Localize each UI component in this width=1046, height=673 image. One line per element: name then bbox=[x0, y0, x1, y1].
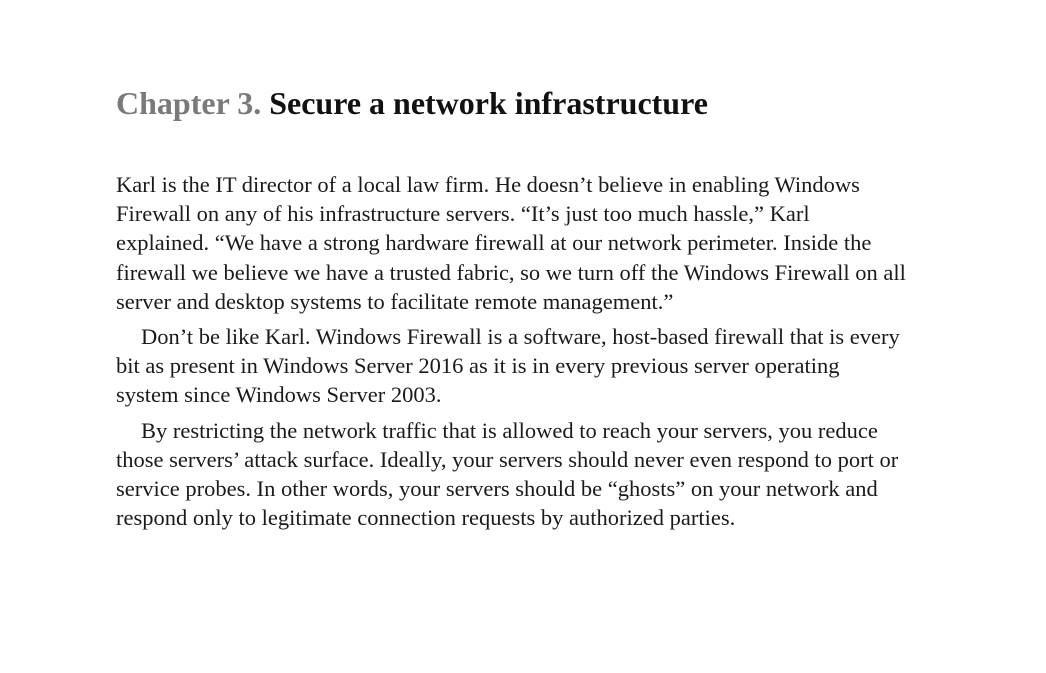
paragraph-windows-firewall: Don’t be like Karl. Windows Firewall is … bbox=[116, 324, 900, 408]
chapter-body: Karl is the IT director of a local law f… bbox=[116, 170, 906, 532]
paragraph-attack-surface: By restricting the network traffic that … bbox=[116, 417, 899, 531]
chapter-heading: Chapter 3. Secure a network infrastructu… bbox=[116, 82, 906, 124]
chapter-number: Chapter 3. bbox=[116, 85, 262, 121]
chapter-title: Secure a network infrastructure bbox=[269, 85, 708, 121]
book-page: Chapter 3. Secure a network infrastructu… bbox=[116, 82, 906, 538]
paragraph-intro: Karl is the IT director of a local law f… bbox=[116, 172, 906, 314]
